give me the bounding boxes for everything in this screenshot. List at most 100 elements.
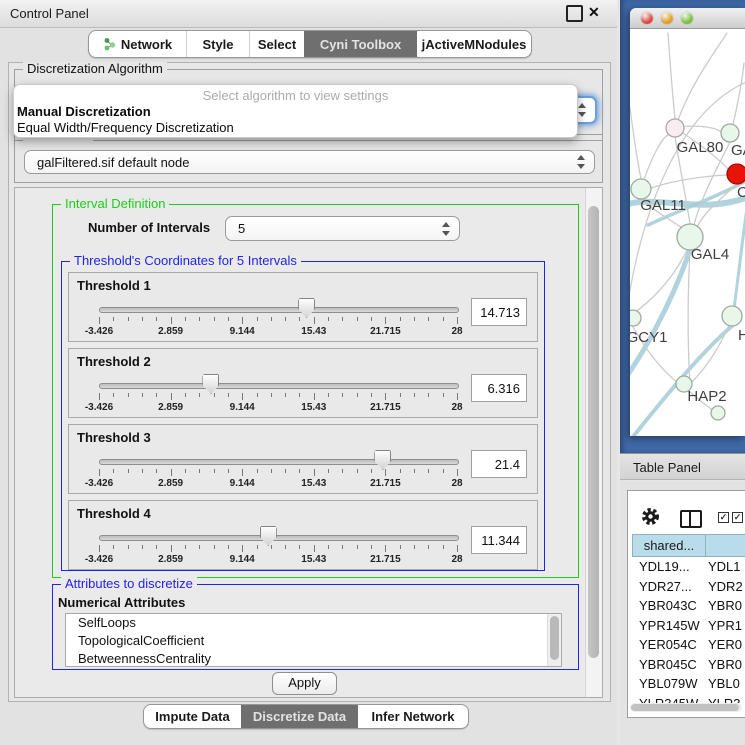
tab-network[interactable]: Network (89, 31, 186, 57)
table-row[interactable]: YDR27...YDR2 (628, 578, 745, 598)
column-header-name[interactable]: na (705, 534, 745, 557)
numerical-attributes-list[interactable]: SelfLoopsTopologicalCoefficientBetweenne… (65, 613, 562, 667)
threshold-slider-track[interactable] (99, 307, 459, 313)
node-label-h: H (738, 327, 745, 344)
network-edge[interactable] (651, 175, 727, 188)
network-edge[interactable] (733, 63, 744, 124)
threshold-value-field[interactable]: 6.316 (471, 374, 527, 402)
threshold-slider-thumb[interactable] (298, 298, 315, 318)
gal11-node[interactable] (631, 179, 651, 199)
top-right-node[interactable] (721, 124, 739, 142)
tab-cyni-toolbox[interactable]: Cyni Toolbox (304, 31, 416, 57)
list-scrollbar-thumb[interactable] (550, 616, 559, 660)
float-window-icon[interactable] (566, 5, 583, 22)
threshold-slider-track[interactable] (99, 459, 459, 465)
slider-tick (385, 469, 386, 476)
up-down-arrows-icon (577, 155, 586, 169)
table-data-select[interactable]: galFiltered.sif default node (24, 150, 595, 174)
mac-close-icon[interactable] (641, 12, 653, 24)
tab-discretize-data[interactable]: Discretize Data (241, 705, 357, 728)
tab-jactivemnodules[interactable]: jActiveMNodules (416, 31, 531, 57)
slider-tick (128, 469, 129, 473)
table-row[interactable]: YBR045CYBR0 (628, 656, 745, 676)
table-panel-titlebar: Table Panel (620, 453, 745, 480)
tab-style[interactable]: Style (186, 31, 249, 57)
apply-button[interactable]: Apply (272, 672, 337, 695)
threshold-slider-thumb[interactable] (260, 526, 277, 546)
attribute-item-topologicalcoefficient[interactable]: TopologicalCoefficient (66, 632, 561, 650)
up-down-arrows-icon (442, 222, 451, 236)
gear-icon[interactable] (641, 507, 660, 526)
slider-tick-label: -3.426 (85, 478, 113, 489)
checkbox-icon[interactable]: ✓ (732, 512, 743, 523)
threshold-value-field[interactable]: 21.4 (471, 450, 527, 478)
network-canvas[interactable]: GAL80GACGAL11GAL4GCY1HHAP2 (630, 28, 745, 436)
slider-tick (113, 545, 114, 549)
threshold-value-field[interactable]: 11.344 (471, 526, 527, 554)
slider-tick (457, 469, 458, 476)
settings-scrollbar[interactable] (585, 188, 602, 697)
threshold-label: Threshold 3 (77, 430, 151, 445)
algorithm-option-manual-discretization[interactable]: Manual Discretization (17, 104, 151, 119)
tab-select[interactable]: Select (249, 31, 304, 57)
algorithm-option-equal-width-frequency[interactable]: Equal Width/Frequency Discretization (17, 120, 234, 135)
checkbox-icon[interactable]: ✓ (718, 512, 729, 523)
threshold-label: Threshold 2 (77, 354, 151, 369)
settings-scrollbar-thumb[interactable] (588, 206, 599, 658)
table-data-selected-value: galFiltered.sif default node (37, 151, 189, 174)
tab-infer-network[interactable]: Infer Network (357, 705, 468, 728)
table-row[interactable]: YDL19...YDL1 (628, 558, 745, 578)
tab-impute-data[interactable]: Impute Data (144, 705, 241, 728)
table-row[interactable]: YLR345WYLR3 (628, 695, 745, 704)
slider-tick (342, 393, 343, 397)
slider-tick (342, 545, 343, 549)
number-of-intervals-select[interactable]: 5 (225, 216, 460, 241)
slider-tick (199, 469, 200, 473)
slider-tick (242, 317, 243, 324)
network-edge[interactable] (678, 33, 727, 120)
table-hscrollbar-thumb[interactable] (631, 704, 739, 711)
slider-tick (299, 545, 300, 549)
table-hscrollbar[interactable] (630, 703, 742, 712)
attribute-item-betweennesscentrality[interactable]: BetweennessCentrality (66, 650, 561, 667)
table-rows: YDL19...YDL1YDR27...YDR2YBR043CYBR0YPR14… (628, 558, 745, 703)
slider-tick (400, 317, 401, 321)
table-row[interactable]: YER054CYER0 (628, 636, 745, 656)
network-edge[interactable] (630, 108, 641, 179)
slider-tick (214, 393, 215, 397)
threshold-4-block: Threshold 4-3.4262.8599.14415.4321.71528… (68, 500, 538, 570)
list-scrollbar[interactable] (547, 614, 561, 666)
network-edge[interactable] (733, 200, 745, 316)
slider-tick (228, 393, 229, 397)
bottom-node[interactable] (711, 406, 725, 420)
threshold-label: Threshold 4 (77, 506, 151, 521)
threshold-slider-track[interactable] (99, 383, 459, 389)
gcy1-node[interactable] (630, 310, 641, 326)
split-columns-icon[interactable] (680, 510, 702, 528)
table-row[interactable]: YBL079WYBL0 (628, 675, 745, 695)
mac-minimize-icon[interactable] (661, 12, 673, 24)
network-edge[interactable] (688, 250, 690, 383)
network-edge[interactable] (668, 33, 675, 119)
slider-tick (328, 469, 329, 473)
slider-tick (199, 545, 200, 549)
threshold-value-field[interactable]: 14.713 (471, 298, 527, 326)
pink-node[interactable] (666, 119, 684, 137)
threshold-slider-thumb[interactable] (202, 374, 219, 394)
cell-shared-name: YDR27... (639, 579, 692, 594)
threshold-slider-thumb[interactable] (374, 450, 391, 470)
node-label-gcy1: GCY1 (630, 329, 667, 346)
table-row[interactable]: YPR145WYPR1 (628, 617, 745, 637)
mac-zoom-icon[interactable] (681, 12, 693, 24)
threshold-label: Threshold 1 (77, 278, 151, 293)
slider-tick (414, 469, 415, 473)
slider-tick (228, 469, 229, 473)
threshold-slider-track[interactable] (99, 535, 459, 541)
right-node[interactable] (722, 306, 742, 326)
attribute-item-selfloops[interactable]: SelfLoops (66, 614, 561, 632)
slider-tick (156, 393, 157, 397)
red-node[interactable] (727, 164, 745, 184)
table-row[interactable]: YBR043CYBR0 (628, 597, 745, 617)
close-icon[interactable]: ✕ (588, 4, 600, 21)
column-header-shared-name[interactable]: shared... (632, 534, 706, 557)
